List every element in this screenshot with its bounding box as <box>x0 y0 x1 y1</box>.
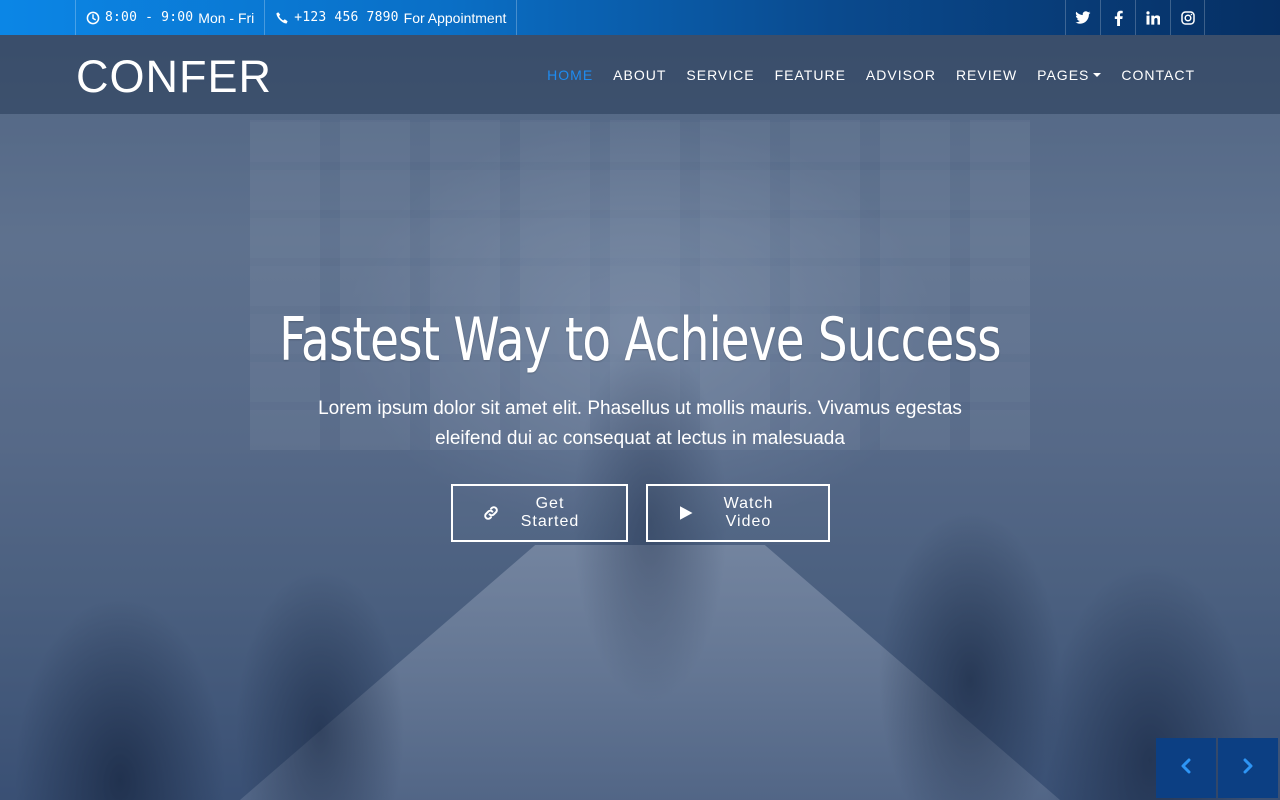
instagram-icon[interactable] <box>1170 0 1205 35</box>
nav-item-home[interactable]: HOME <box>547 67 593 83</box>
get-started-label: Get Started <box>520 495 580 530</box>
caret-down-icon <box>1093 72 1102 77</box>
carousel-next-button[interactable] <box>1218 738 1278 798</box>
twitter-icon[interactable] <box>1065 0 1100 35</box>
clock-icon <box>86 11 100 25</box>
nav-item-feature[interactable]: FEATURE <box>775 67 846 83</box>
nav-item-service[interactable]: SERVICE <box>686 67 754 83</box>
linkedin-icon[interactable] <box>1135 0 1170 35</box>
nav-item-about[interactable]: ABOUT <box>613 67 666 83</box>
carousel-prev-button[interactable] <box>1156 738 1216 798</box>
office-hours-time: 8:00 - 9:00 <box>105 10 194 25</box>
phone-number[interactable]: +123 456 7890 <box>294 10 398 25</box>
office-hours-days: Mon - Fri <box>198 9 255 26</box>
chevron-left-icon <box>1180 758 1192 779</box>
facebook-icon[interactable] <box>1100 0 1135 35</box>
hero-buttons: Get Started Watch Video <box>0 484 1280 542</box>
phone-info: +123 456 7890 For Appointment <box>264 0 518 35</box>
hero-text: Lorem ipsum dolor sit amet elit. Phasell… <box>318 398 962 449</box>
hero-content: Fastest Way to Achieve Success Lorem ips… <box>0 300 1280 542</box>
play-icon <box>678 505 694 521</box>
watch-video-label: Watch Video <box>723 495 774 530</box>
link-icon <box>483 505 499 521</box>
hero-title: Fastest Way to Achieve Success <box>279 305 1001 375</box>
top-bar-info: 8:00 - 9:00 Mon - Fri +123 456 7890 For … <box>75 0 518 35</box>
nav-item-pages-label: PAGES <box>1037 66 1090 83</box>
social-links <box>1065 0 1205 35</box>
carousel-controls <box>1156 738 1278 798</box>
office-hours: 8:00 - 9:00 Mon - Fri <box>75 0 264 35</box>
watch-video-button[interactable]: Watch Video <box>645 484 830 542</box>
get-started-button[interactable]: Get Started <box>450 484 628 542</box>
chevron-right-icon <box>1242 758 1254 779</box>
nav-item-advisor[interactable]: ADVISOR <box>866 67 936 83</box>
top-bar: 8:00 - 9:00 Mon - Fri +123 456 7890 For … <box>0 0 1280 35</box>
nav-item-pages[interactable]: PAGES <box>1037 66 1102 83</box>
brand-logo[interactable]: CONFER <box>76 51 272 103</box>
phone-icon <box>275 11 289 25</box>
nav-item-contact[interactable]: CONTACT <box>1121 67 1195 83</box>
nav-menu: HOME ABOUT SERVICE FEATURE ADVISOR REVIE… <box>527 35 1195 114</box>
nav-item-review[interactable]: REVIEW <box>956 67 1017 83</box>
main-navbar: CONFER HOME ABOUT SERVICE FEATURE ADVISO… <box>0 35 1280 114</box>
phone-note: For Appointment <box>403 9 507 26</box>
